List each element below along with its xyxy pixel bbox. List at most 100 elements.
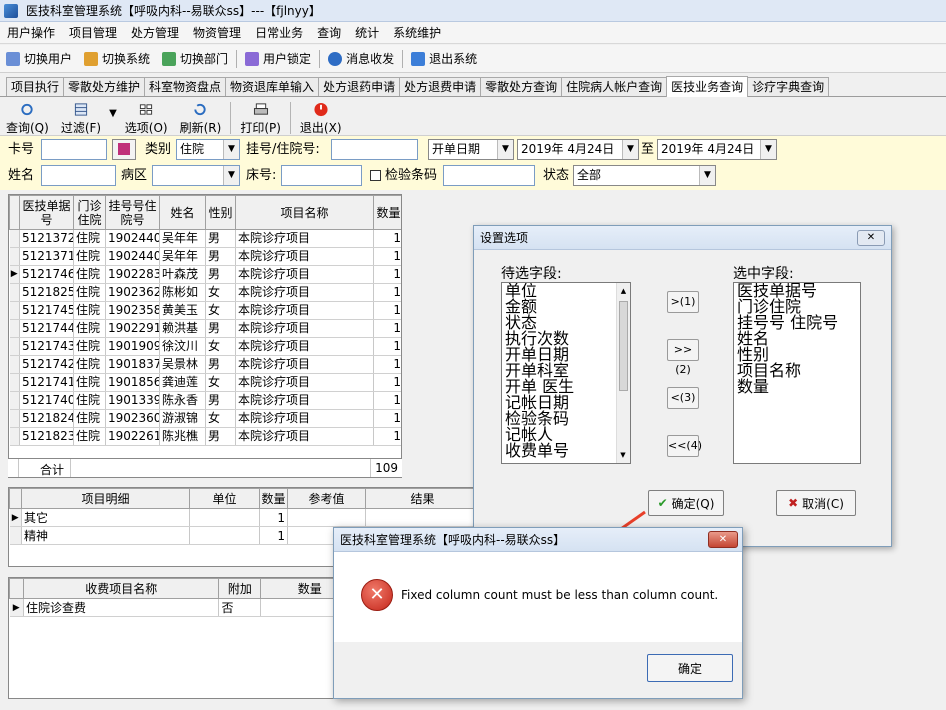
tab-diagnosis-dictionary[interactable]: 诊疗字典查询 — [747, 77, 830, 96]
lab-barcode-input[interactable] — [443, 165, 535, 186]
options-dialog-title: 设置选项 — [480, 231, 529, 245]
available-field-item[interactable]: 收费单号 — [505, 443, 630, 459]
bed-input[interactable] — [281, 165, 362, 186]
filter-dropdown-arrow[interactable]: ▼ — [107, 100, 119, 119]
col-header-quantity[interactable]: 数量 — [373, 195, 401, 230]
tab-inventory-count[interactable]: 科室物资盘点 — [144, 77, 227, 96]
col-header-fee-name[interactable]: 收费项目名称 — [22, 578, 220, 599]
col-header-reg-no[interactable]: 挂号号住院号 — [105, 195, 160, 230]
close-icon[interactable]: ✕ — [708, 531, 738, 548]
col-header-item-name[interactable]: 项目名称 — [235, 195, 374, 230]
medtech-orders-grid[interactable]: 医技单据号 门诊住院 挂号号住院号 姓名 性别 项目名称 数量 5121372 住… — [8, 194, 402, 478]
col-header-item-detail[interactable]: 项目明细 — [21, 488, 190, 509]
tab-inpatient-account[interactable]: 住院病人帐户查询 — [561, 77, 668, 96]
close-icon[interactable]: ✕ — [857, 230, 885, 246]
menu-project-mgmt[interactable]: 项目管理 — [62, 22, 124, 44]
col-header-name[interactable]: 姓名 — [159, 195, 206, 230]
tab-return-input[interactable]: 物资退库单输入 — [225, 77, 320, 96]
table-row[interactable]: 5121743 住院 1901909 徐汶川女本院诊疗项目 1 — [9, 337, 401, 356]
row-indicator — [9, 229, 20, 248]
switch-system-button[interactable]: 切换系统 — [78, 48, 156, 70]
date-from-picker[interactable]: 2019年 4月24日 ▼ — [517, 139, 639, 160]
reg-number-input[interactable] — [331, 139, 418, 160]
fee-row[interactable]: ▶住院诊查费否1日 — [9, 598, 337, 617]
tab-scattered-prescription[interactable]: 零散处方维护 — [63, 77, 146, 96]
table-row[interactable]: 5121371 住院 1902440 吴年年男本院诊疗项目 1 — [9, 247, 401, 266]
table-row[interactable]: 5121741 住院 1901856 龚迪莲女本院诊疗项目 1 — [9, 373, 401, 392]
scroll-down-icon[interactable]: ▼ — [617, 447, 629, 463]
tab-prescription-query[interactable]: 零散处方查询 — [480, 77, 563, 96]
menu-supplies-mgmt[interactable]: 物资管理 — [186, 22, 248, 44]
table-row[interactable]: 5121823 住院 1902261 陈兆樵男本院诊疗项目 1 — [9, 427, 401, 446]
menu-user-ops[interactable]: 用户操作 — [0, 22, 62, 44]
options-cancel-button[interactable]: ✖ 取消(C) — [776, 490, 856, 516]
menu-system-maintenance[interactable]: 系统维护 — [386, 22, 448, 44]
error-ok-button[interactable]: 确定 — [647, 654, 733, 682]
ward-select[interactable]: ▼ — [152, 165, 240, 186]
table-cell: 5121745 — [19, 301, 74, 320]
exit-button[interactable]: 退出(X) — [294, 100, 348, 136]
status-select[interactable]: 全部 ▼ — [573, 165, 716, 186]
lock-user-button[interactable]: 用户锁定 — [239, 48, 317, 70]
col-header-extra[interactable]: 附加 — [218, 578, 262, 599]
lab-barcode-checkbox[interactable] — [370, 170, 381, 181]
row-indicator — [9, 319, 20, 338]
scroll-thumb[interactable] — [619, 301, 628, 391]
filter-button[interactable]: 过滤(F) — [55, 100, 107, 136]
date-to-picker[interactable]: 2019年 4月24日 ▼ — [657, 139, 777, 160]
table-cell: 1902358 — [105, 301, 160, 320]
tab-refund[interactable]: 处方退费申请 — [399, 77, 482, 96]
table-row[interactable]: 5121825 住院 1902362 陈彬如女本院诊疗项目 1 — [9, 283, 401, 302]
move-one-left-button[interactable]: <(3) — [667, 387, 699, 409]
move-all-left-button[interactable]: <<(4) — [667, 435, 702, 457]
available-fields-list[interactable]: 单位 金额 状态 执行次数 开单日期 开单科室 开单 医生 记帐日期 检验条码 记帐人 收费单号 ▲… — [501, 282, 631, 464]
fee-items-grid[interactable]: 收费项目名称 附加 数量 单位 ▶住院诊查费否1日 — [8, 577, 338, 699]
col-header-fee-quantity[interactable]: 数量 — [260, 578, 337, 599]
switch-user-button[interactable]: 切换用户 — [0, 48, 78, 70]
move-all-right-button[interactable]: >>(2) — [667, 339, 699, 376]
col-header-reference[interactable]: 参考值 — [287, 488, 366, 509]
menu-query[interactable]: 查询 — [310, 22, 348, 44]
print-button[interactable]: 打印(P) — [234, 100, 287, 136]
menu-daily-business[interactable]: 日常业务 — [248, 22, 310, 44]
table-row[interactable]: 5121745 住院 1902358 黄美玉女本院诊疗项目 1 — [9, 301, 401, 320]
detail-row[interactable]: ▶ 其它 1 — [9, 508, 477, 527]
tab-drug-return[interactable]: 处方退药申请 — [318, 77, 401, 96]
col-header-order-no[interactable]: 医技单据号 — [19, 195, 74, 230]
table-row[interactable]: 5121744 住院 1902291 赖洪基男本院诊疗项目 1 — [9, 319, 401, 338]
table-row[interactable]: 5121372 住院 1902440 吴年年男本院诊疗项目 1 — [9, 229, 401, 248]
table-row[interactable]: ▶ 5121746 住院 1902283 叶森茂男本院诊疗项目 1 — [9, 265, 401, 284]
table-row[interactable]: 5121740 住院 1901339 陈永香男本院诊疗项目 1 — [9, 391, 401, 410]
messages-button[interactable]: 消息收发 — [322, 48, 400, 70]
switch-system-label: 切换系统 — [102, 52, 151, 66]
refresh-button[interactable]: 刷新(R) — [174, 100, 228, 136]
options-button[interactable]: 选项(O) — [119, 100, 174, 136]
scroll-up-icon[interactable]: ▲ — [617, 283, 630, 299]
selected-field-item[interactable]: 数量 — [737, 379, 860, 395]
switch-department-button[interactable]: 切换部门 — [156, 48, 234, 70]
list-scrollbar[interactable]: ▲ ▼ — [616, 283, 630, 463]
tab-medtech-query[interactable]: 医技业务查询 — [666, 76, 749, 97]
col-header-outpatient-inpatient[interactable]: 门诊住院 — [73, 195, 106, 230]
col-header-gender[interactable]: 性别 — [205, 195, 236, 230]
query-button[interactable]: 查询(Q) — [0, 100, 55, 136]
col-header-detail-quantity[interactable]: 数量 — [259, 488, 288, 509]
tab-project-execution[interactable]: 项目执行 — [6, 77, 65, 96]
table-row[interactable]: 5121742 住院 1901837 吴景林男本院诊疗项目 1 — [9, 355, 401, 374]
exit-system-button[interactable]: 退出系统 — [405, 48, 483, 70]
move-one-right-button[interactable]: >(1) — [667, 291, 699, 313]
type-select[interactable]: 住院 ▼ — [176, 139, 240, 160]
menu-statistics[interactable]: 统计 — [348, 22, 386, 44]
col-header-result[interactable]: 结果 — [365, 488, 477, 509]
table-row[interactable]: 5121824 住院 1902360 游淑锦女本院诊疗项目 1 — [9, 409, 401, 428]
power-icon — [314, 102, 328, 117]
menu-prescription-mgmt[interactable]: 处方管理 — [124, 22, 186, 44]
card-number-input[interactable] — [41, 139, 107, 160]
date-type-select[interactable]: 开单日期 ▼ — [428, 139, 514, 160]
card-reader-button[interactable] — [112, 139, 136, 160]
selected-fields-list[interactable]: 医技单据号 门诊住院 挂号号 住院号 姓名 性别 项目名称 数量 — [733, 282, 861, 464]
col-header-unit[interactable]: 单位 — [189, 488, 260, 509]
name-input[interactable] — [41, 165, 116, 186]
reg-label: 挂号/住院号: — [246, 142, 320, 157]
row-indicator-header — [9, 488, 22, 509]
